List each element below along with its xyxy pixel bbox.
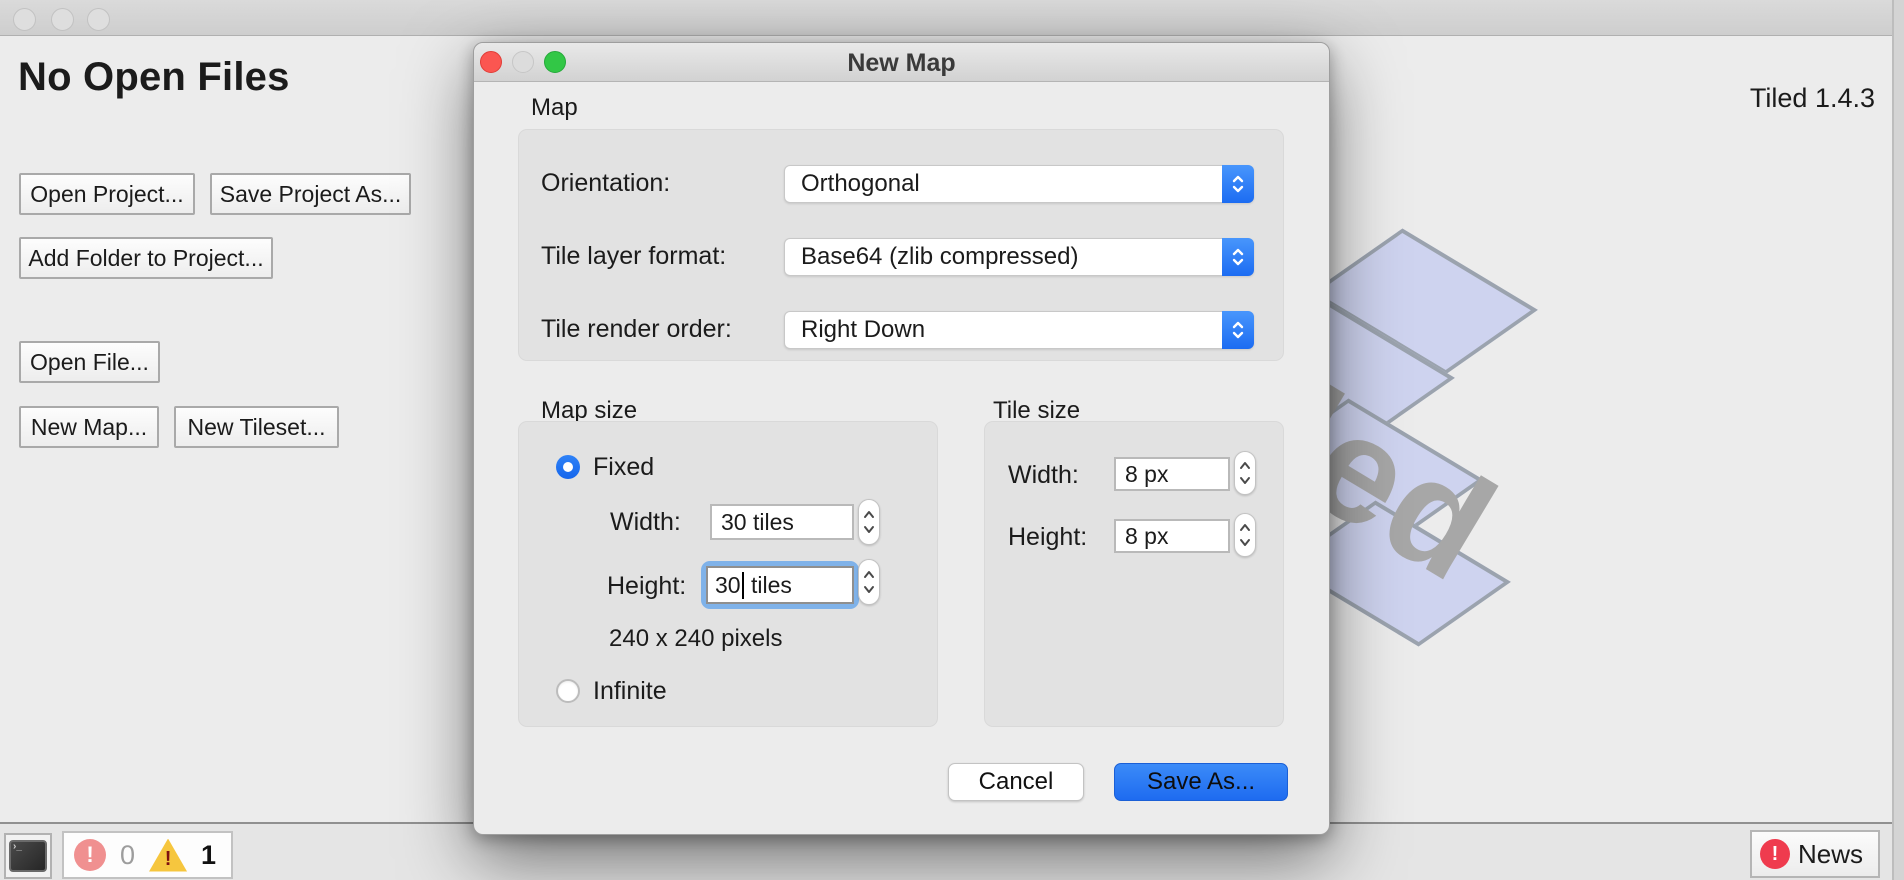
map-width-stepper[interactable] — [858, 499, 880, 545]
map-height-focus-ring: 30 tiles — [701, 561, 859, 609]
news-button[interactable]: ! News — [1750, 830, 1880, 878]
fixed-radio[interactable] — [556, 455, 580, 479]
tile-layer-format-select[interactable]: Base64 (zlib compressed) — [784, 238, 1254, 276]
orientation-select[interactable]: Orthogonal — [784, 165, 1254, 203]
error-icon: ! — [74, 839, 106, 871]
tile-layer-format-value: Base64 (zlib compressed) — [785, 243, 1222, 271]
infinite-radio[interactable] — [556, 679, 580, 703]
tile-height-input[interactable]: 8 px — [1114, 519, 1230, 553]
infinite-radio-label: Infinite — [593, 677, 667, 706]
news-badge-glyph: ! — [1772, 843, 1779, 866]
close-window-icon[interactable] — [13, 8, 36, 31]
terminal-icon — [9, 840, 47, 872]
window-titlebar — [0, 0, 1904, 36]
tile-render-order-label: Tile render order: — [541, 315, 732, 344]
orientation-label: Orientation: — [541, 169, 670, 198]
issues-counter[interactable]: ! 0 ! 1 — [62, 831, 233, 879]
minimize-window-icon[interactable] — [51, 8, 74, 31]
fixed-radio-label: Fixed — [593, 453, 654, 482]
warning-icon: ! — [149, 839, 187, 872]
error-glyph: ! — [86, 842, 93, 868]
warning-count: 1 — [201, 840, 216, 871]
new-map-dialog: New Map Map Orientation: Orthogonal Tile… — [473, 42, 1330, 835]
map-height-input[interactable]: 30 tiles — [706, 566, 854, 604]
orientation-value: Orthogonal — [785, 170, 1222, 198]
add-folder-to-project-button[interactable]: Add Folder to Project... — [19, 237, 273, 279]
map-height-value-after-caret: tiles — [745, 572, 792, 599]
alert-badge-icon: ! — [1760, 839, 1790, 869]
warning-glyph: ! — [165, 846, 172, 872]
open-file-button[interactable]: Open File... — [19, 341, 160, 383]
news-label: News — [1798, 839, 1863, 870]
new-tileset-button[interactable]: New Tileset... — [174, 406, 339, 448]
cancel-button[interactable]: Cancel — [948, 763, 1084, 801]
map-height-stepper[interactable] — [858, 559, 880, 605]
map-width-label: Width: — [610, 508, 681, 537]
popup-chevrons-icon — [1222, 311, 1254, 349]
pixel-size-summary: 240 x 240 pixels — [609, 625, 782, 653]
save-as-button[interactable]: Save As... — [1114, 763, 1288, 801]
version-label: Tiled 1.4.3 — [1750, 83, 1875, 114]
map-width-input[interactable]: 30 tiles — [710, 504, 854, 540]
tile-width-input[interactable]: 8 px — [1114, 457, 1230, 491]
map-height-value-before-caret: 30 — [715, 572, 741, 599]
map-group-label: Map — [531, 94, 578, 122]
zoom-window-icon[interactable] — [87, 8, 110, 31]
tile-width-stepper[interactable] — [1234, 451, 1256, 495]
new-map-button[interactable]: New Map... — [19, 406, 159, 448]
app-window: iled No Open Files Tiled 1.4.3 Open Proj… — [0, 0, 1904, 880]
tile-height-label: Height: — [1008, 523, 1087, 552]
page-title: No Open Files — [18, 55, 290, 100]
dialog-titlebar[interactable]: New Map — [474, 43, 1329, 82]
tile-height-stepper[interactable] — [1234, 513, 1256, 557]
tile-layer-format-label: Tile layer format: — [541, 242, 726, 271]
tile-render-order-select[interactable]: Right Down — [784, 311, 1254, 349]
popup-chevrons-icon — [1222, 165, 1254, 203]
toggle-console-button[interactable] — [4, 833, 52, 879]
tile-width-label: Width: — [1008, 461, 1079, 490]
open-project-button[interactable]: Open Project... — [19, 173, 195, 215]
text-caret — [742, 572, 744, 599]
tile-render-order-value: Right Down — [785, 316, 1222, 344]
window-right-edge — [1892, 0, 1904, 880]
save-project-as-button[interactable]: Save Project As... — [210, 173, 411, 215]
popup-chevrons-icon — [1222, 238, 1254, 276]
error-count: 0 — [120, 840, 135, 871]
dialog-title: New Map — [474, 49, 1329, 78]
map-height-label: Height: — [607, 572, 686, 601]
